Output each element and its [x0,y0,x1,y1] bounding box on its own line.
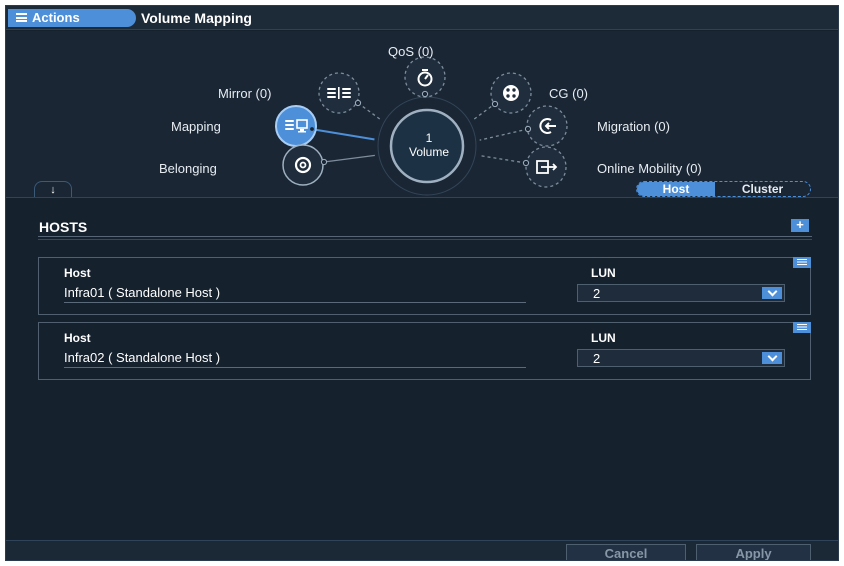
lun-value: 2 [593,286,601,301]
lun-select[interactable]: 2 [577,349,785,367]
card-menu-icon[interactable] [793,322,811,333]
online-mobility-label[interactable]: Online Mobility (0) [597,161,702,176]
volume-mapping-window: Actions Volume Mapping 1 Volume QoS (0) … [5,5,839,561]
online-mobility-node[interactable] [522,146,567,188]
actions-label: Actions [32,10,80,25]
mirror-icon [327,87,351,99]
host-underline [64,367,526,368]
mirror-node[interactable] [318,72,362,114]
migration-node[interactable] [524,105,568,147]
card-menu-icon[interactable] [793,257,811,268]
toggle-cluster[interactable]: Cluster [715,182,810,196]
chevron-down-icon[interactable] [762,287,782,299]
title-bar: Actions Volume Mapping [6,6,838,30]
host-name: Infra02 ( Standalone Host ) [64,350,221,365]
actions-menu-button[interactable]: Actions [8,9,136,27]
host-mapping-card: Host Infra01 ( Standalone Host ) LUN 2 [38,257,811,315]
belonging-label[interactable]: Belonging [159,161,217,176]
toggle-host[interactable]: Host [637,182,715,196]
dialog-footer: Cancel Apply [6,540,838,560]
host-column-header: Host [64,266,91,280]
chevron-down-icon[interactable] [762,352,782,364]
cg-icon [503,85,519,101]
qos-node[interactable] [404,56,446,98]
host-underline [64,302,526,303]
volume-label: Volume [408,145,450,159]
host-column-header: Host [64,331,91,345]
volume-hub-label: 1 Volume [389,131,469,159]
add-host-button[interactable]: + [791,217,809,232]
cg-node[interactable] [490,72,532,114]
belonging-node[interactable] [282,144,328,186]
collapse-diagram-tab[interactable]: ↓ [34,181,72,198]
section-divider [6,197,838,198]
mapping-label[interactable]: Mapping [171,119,221,134]
lun-column-header: LUN [591,266,616,280]
migration-label[interactable]: Migration (0) [597,119,670,134]
mapping-node[interactable] [275,105,317,147]
cg-label[interactable]: CG (0) [549,86,588,101]
host-name: Infra01 ( Standalone Host ) [64,285,221,300]
page-title: Volume Mapping [141,10,252,26]
hamburger-icon [16,13,27,23]
lun-select[interactable]: 2 [577,284,785,302]
host-mapping-card: Host Infra02 ( Standalone Host ) LUN 2 [38,322,811,380]
arrow-down-icon: ↓ [50,184,56,196]
lun-column-header: LUN [591,331,616,345]
plus-icon: + [796,217,804,232]
relationship-diagram-panel: 1 Volume QoS (0) Mirror (0) CG (0) Mappi… [6,31,838,198]
mirror-label[interactable]: Mirror (0) [218,86,271,101]
cancel-button[interactable]: Cancel [566,544,686,560]
view-toggle: Host Cluster [636,181,811,197]
apply-button[interactable]: Apply [696,544,811,560]
volume-count: 1 [425,131,433,145]
hosts-section-title: HOSTS [39,219,88,235]
qos-label[interactable]: QoS (0) [388,44,434,59]
hosts-title-rule [38,236,812,240]
lun-value: 2 [593,351,601,366]
